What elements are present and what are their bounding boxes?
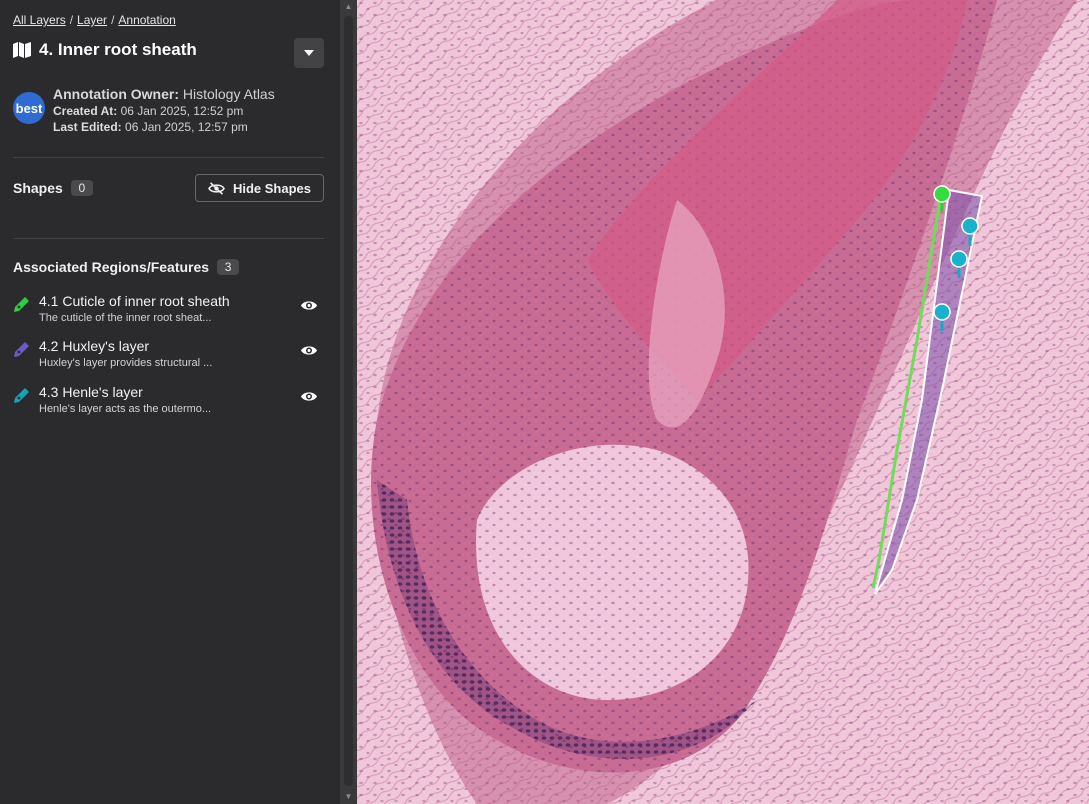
divider [13, 157, 324, 158]
pen-icon [14, 297, 29, 312]
eye-icon[interactable] [300, 344, 318, 357]
hide-shapes-label: Hide Shapes [232, 180, 311, 196]
sidebar: All Layers / Layer / Annotation 4. Inner roo… [0, 0, 340, 804]
region-description: Huxley's layer provides structural ... [39, 357, 213, 369]
eye-icon[interactable] [300, 390, 318, 403]
breadcrumb-layer[interactable]: Layer [77, 13, 107, 27]
created-value: 06 Jan 2025, 12:52 pm [120, 104, 244, 118]
annotation-owner-block: best Annotation Owner: Histology Atlas C… [13, 86, 275, 134]
created-label: Created At: [53, 104, 118, 118]
caret-down-icon [304, 50, 314, 56]
regions-section-header: Associated Regions/Features 3 [13, 259, 240, 275]
hide-shapes-button[interactable]: Hide Shapes [194, 174, 324, 202]
eye-off-icon [208, 181, 225, 195]
breadcrumb: All Layers / Layer / Annotation [13, 13, 176, 27]
edited-value: 06 Jan 2025, 12:57 pm [125, 120, 248, 134]
region-item-cuticle[interactable]: 4.1 Cuticle of inner root sheath The cut… [13, 293, 324, 329]
regions-count-badge: 3 [217, 259, 240, 275]
avatar: best [13, 92, 45, 124]
region-description: The cuticle of the inner root sheat... [39, 312, 212, 324]
sidebar-scrollbar[interactable]: ▲ ▼ [340, 0, 357, 804]
shapes-count-badge: 0 [70, 180, 93, 196]
breadcrumb-all-layers[interactable]: All Layers [13, 13, 66, 27]
scroll-down-icon[interactable]: ▼ [340, 790, 357, 804]
owner-label: Annotation Owner: [53, 86, 179, 102]
breadcrumb-separator: / [111, 13, 115, 27]
shapes-label: Shapes [13, 180, 63, 196]
region-title: 4.1 Cuticle of inner root sheath [39, 293, 230, 309]
region-title: 4.2 Huxley's layer [39, 338, 150, 354]
histology-slide-image[interactable] [357, 0, 1089, 804]
page-title: 4. Inner root sheath [39, 40, 197, 59]
regions-label: Associated Regions/Features [13, 259, 210, 275]
divider [13, 238, 324, 239]
pen-icon [14, 342, 29, 357]
annotation-menu-button[interactable] [294, 38, 324, 68]
breadcrumb-annotation[interactable]: Annotation [118, 13, 175, 27]
map-icon [13, 42, 31, 58]
shapes-section: Shapes 0 Hide Shapes [13, 174, 324, 202]
annotation-header: 4. Inner root sheath [13, 40, 197, 60]
scrollbar-thumb[interactable] [344, 16, 353, 786]
eye-icon[interactable] [300, 299, 318, 312]
region-title: 4.3 Henle's layer [39, 384, 143, 400]
pen-icon [14, 388, 29, 403]
breadcrumb-separator: / [69, 13, 74, 27]
scroll-up-icon[interactable]: ▲ [340, 0, 357, 14]
region-item-henle[interactable]: 4.3 Henle's layer Henle's layer acts as … [13, 384, 324, 420]
edited-label: Last Edited: [53, 120, 122, 134]
slide-viewer[interactable] [357, 0, 1089, 804]
region-item-huxley[interactable]: 4.2 Huxley's layer Huxley's layer provid… [13, 338, 324, 374]
owner-name: Histology Atlas [182, 86, 275, 102]
region-description: Henle's layer acts as the outermo... [39, 403, 212, 415]
